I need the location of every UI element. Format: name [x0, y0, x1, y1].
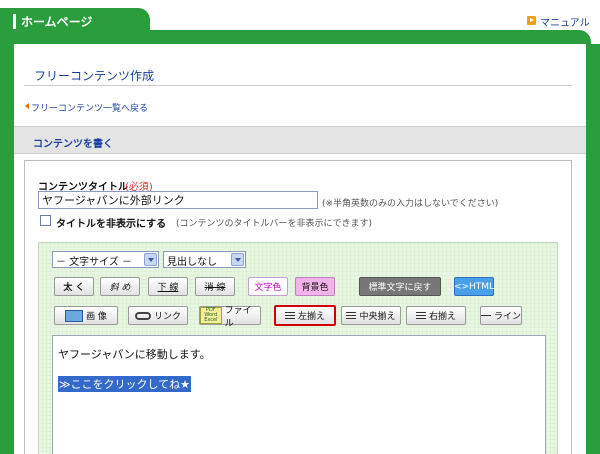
insert-image-button[interactable]: 画 像 — [54, 306, 118, 325]
play-icon[interactable] — [527, 16, 536, 25]
align-left-label: 左揃え — [297, 312, 325, 322]
bold-label: 太 く — [63, 283, 85, 293]
italic-button[interactable]: 斜 め — [100, 277, 140, 296]
hide-title-hint: (コンテンツのタイトルバーを非表示にできます) — [176, 219, 373, 229]
heading-select-value: 見出しなし — [167, 257, 217, 268]
underline-label: 下 線 — [157, 283, 179, 293]
align-right-label: 右揃え — [428, 312, 456, 322]
image-icon — [65, 309, 84, 322]
back-arrow-icon[interactable] — [25, 103, 29, 109]
chevron-down-icon[interactable] — [231, 253, 244, 266]
text-color-button[interactable]: 文字色 — [248, 277, 288, 296]
horizontal-line-icon — [481, 315, 491, 316]
font-size-select-value: － 文字サイズ － — [56, 257, 133, 268]
html-mode-button[interactable]: <>HTML — [454, 277, 494, 296]
align-center-button[interactable]: 中央揃え — [341, 306, 401, 325]
back-to-list-link[interactable]: フリーコンテンツ一覧へ戻る — [31, 101, 148, 114]
section-title: コンテンツを書く — [33, 139, 113, 150]
manual-link[interactable]: マニュアル — [540, 14, 590, 29]
file-icon: PDF Word Excel — [200, 307, 222, 324]
editor-selected-link-text[interactable]: ≫ここをクリックしてね★ — [58, 376, 192, 392]
strikethrough-button[interactable]: 消 線 — [195, 277, 235, 296]
line-label: ライン — [494, 312, 522, 322]
underline-button[interactable]: 下 線 — [148, 277, 188, 296]
strike-label: 消 線 — [204, 283, 226, 293]
hide-title-label[interactable]: タイトルを非表示にする — [56, 215, 166, 230]
insert-line-button[interactable]: ライン — [480, 306, 522, 325]
content-title-input[interactable] — [38, 191, 318, 209]
chevron-down-icon[interactable] — [144, 253, 157, 266]
editor-text-line[interactable]: ヤフージャパンに移動します。 — [58, 346, 211, 362]
bg-color-label: 背景色 — [301, 283, 329, 293]
italic-label: 斜 め — [109, 283, 131, 293]
insert-link-button[interactable]: リンク — [128, 306, 188, 325]
title-hint: (※半角英数のみの入力はしないでください) — [322, 199, 499, 209]
link-icon — [134, 311, 151, 320]
file-label: ファイル — [224, 305, 252, 329]
font-size-select[interactable]: － 文字サイズ － — [52, 251, 159, 268]
home-tab-label: ホームページ — [21, 15, 93, 29]
background-color-button[interactable]: 背景色 — [295, 277, 335, 296]
link-label: リンク — [153, 312, 181, 322]
align-left-button[interactable]: 左揃え — [274, 305, 336, 326]
text-color-label: 文字色 — [254, 283, 282, 293]
reset-format-button[interactable]: 標準文字に戻す — [359, 277, 441, 296]
insert-file-button[interactable]: PDF Word Excel ファイル — [199, 306, 261, 329]
left-frame — [0, 44, 14, 454]
tab-marker — [13, 14, 16, 29]
align-center-label: 中央揃え — [359, 312, 396, 322]
right-frame — [586, 44, 600, 454]
html-label: <>HTML — [453, 281, 495, 292]
bold-button[interactable]: 太 く — [54, 277, 94, 296]
align-right-icon — [415, 311, 426, 321]
align-right-button[interactable]: 右揃え — [406, 306, 466, 325]
reset-label: 標準文字に戻す — [368, 283, 432, 293]
align-left-icon — [284, 311, 295, 321]
hide-title-checkbox[interactable] — [40, 215, 51, 226]
image-label: 画 像 — [86, 312, 107, 322]
page-title: フリーコンテンツ作成 — [34, 69, 155, 83]
align-center-icon — [346, 311, 357, 321]
